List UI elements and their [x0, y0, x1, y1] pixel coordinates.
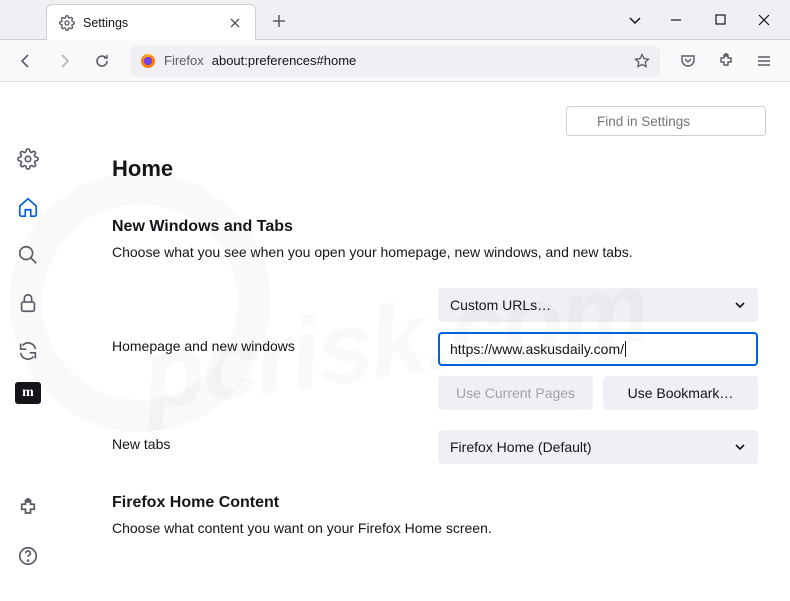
page-title: Home — [112, 156, 766, 182]
sidebar-item-sync[interactable] — [11, 334, 45, 368]
settings-main: Home New Windows and Tabs Choose what yo… — [56, 82, 790, 601]
content: m Home New Windows and Tabs Choose what … — [0, 82, 790, 601]
forward-button — [48, 45, 80, 77]
find-input[interactable] — [566, 106, 766, 136]
gear-icon — [59, 15, 75, 31]
chevron-down-icon — [734, 441, 746, 453]
homepage-mode-value: Custom URLs… — [450, 297, 551, 313]
sidebar-item-home[interactable] — [11, 190, 45, 224]
tab-title: Settings — [83, 16, 219, 30]
sidebar-item-extensions[interactable] — [11, 491, 45, 525]
section-home-content-desc: Choose what content you want on your Fir… — [112, 520, 766, 536]
toolbar: Firefox about:preferences#home — [0, 40, 790, 82]
reload-button[interactable] — [86, 45, 118, 77]
sidebar-item-help[interactable] — [11, 539, 45, 573]
extensions-button[interactable] — [710, 45, 742, 77]
section-home-content-title: Firefox Home Content — [112, 494, 766, 512]
homepage-mode-select[interactable]: Custom URLs… — [438, 288, 758, 322]
browser-tab[interactable]: Settings — [46, 4, 256, 40]
find-in-settings[interactable] — [566, 106, 766, 136]
window-controls — [616, 0, 790, 39]
urlbar-url: about:preferences#home — [212, 53, 626, 68]
close-icon[interactable] — [227, 15, 243, 31]
minimize-button[interactable] — [654, 2, 698, 38]
section-new-windows-desc: Choose what you see when you open your h… — [112, 244, 766, 260]
newtabs-select[interactable]: Firefox Home (Default) — [438, 430, 758, 464]
newtabs-label: New tabs — [112, 420, 438, 452]
back-button[interactable] — [10, 45, 42, 77]
settings-sidebar: m — [0, 82, 56, 601]
new-tab-button[interactable] — [264, 6, 294, 36]
menu-button[interactable] — [748, 45, 780, 77]
homepage-url-value: https://www.askusdaily.com/ — [450, 341, 624, 357]
maximize-button[interactable] — [698, 2, 742, 38]
close-window-button[interactable] — [742, 2, 786, 38]
use-current-pages-button: Use Current Pages — [438, 376, 593, 410]
chevron-down-icon — [734, 299, 746, 311]
newtabs-value: Firefox Home (Default) — [450, 439, 592, 455]
sidebar-item-search[interactable] — [11, 238, 45, 272]
homepage-url-input[interactable]: https://www.askusdaily.com/ — [438, 332, 758, 366]
sidebar-item-more-mozilla[interactable]: m — [15, 382, 41, 404]
homepage-label: Homepage and new windows — [112, 332, 438, 354]
section-new-windows-title: New Windows and Tabs — [112, 218, 766, 236]
url-bar[interactable]: Firefox about:preferences#home — [130, 45, 660, 77]
sidebar-item-general[interactable] — [11, 142, 45, 176]
firefox-icon — [140, 53, 156, 69]
titlebar: Settings — [0, 0, 790, 40]
urlbar-context: Firefox — [164, 53, 204, 68]
sidebar-item-privacy[interactable] — [11, 286, 45, 320]
bookmark-star-icon[interactable] — [634, 53, 650, 69]
tabs-dropdown-button[interactable] — [616, 2, 654, 38]
use-bookmark-button[interactable]: Use Bookmark… — [603, 376, 758, 410]
pocket-button[interactable] — [672, 45, 704, 77]
